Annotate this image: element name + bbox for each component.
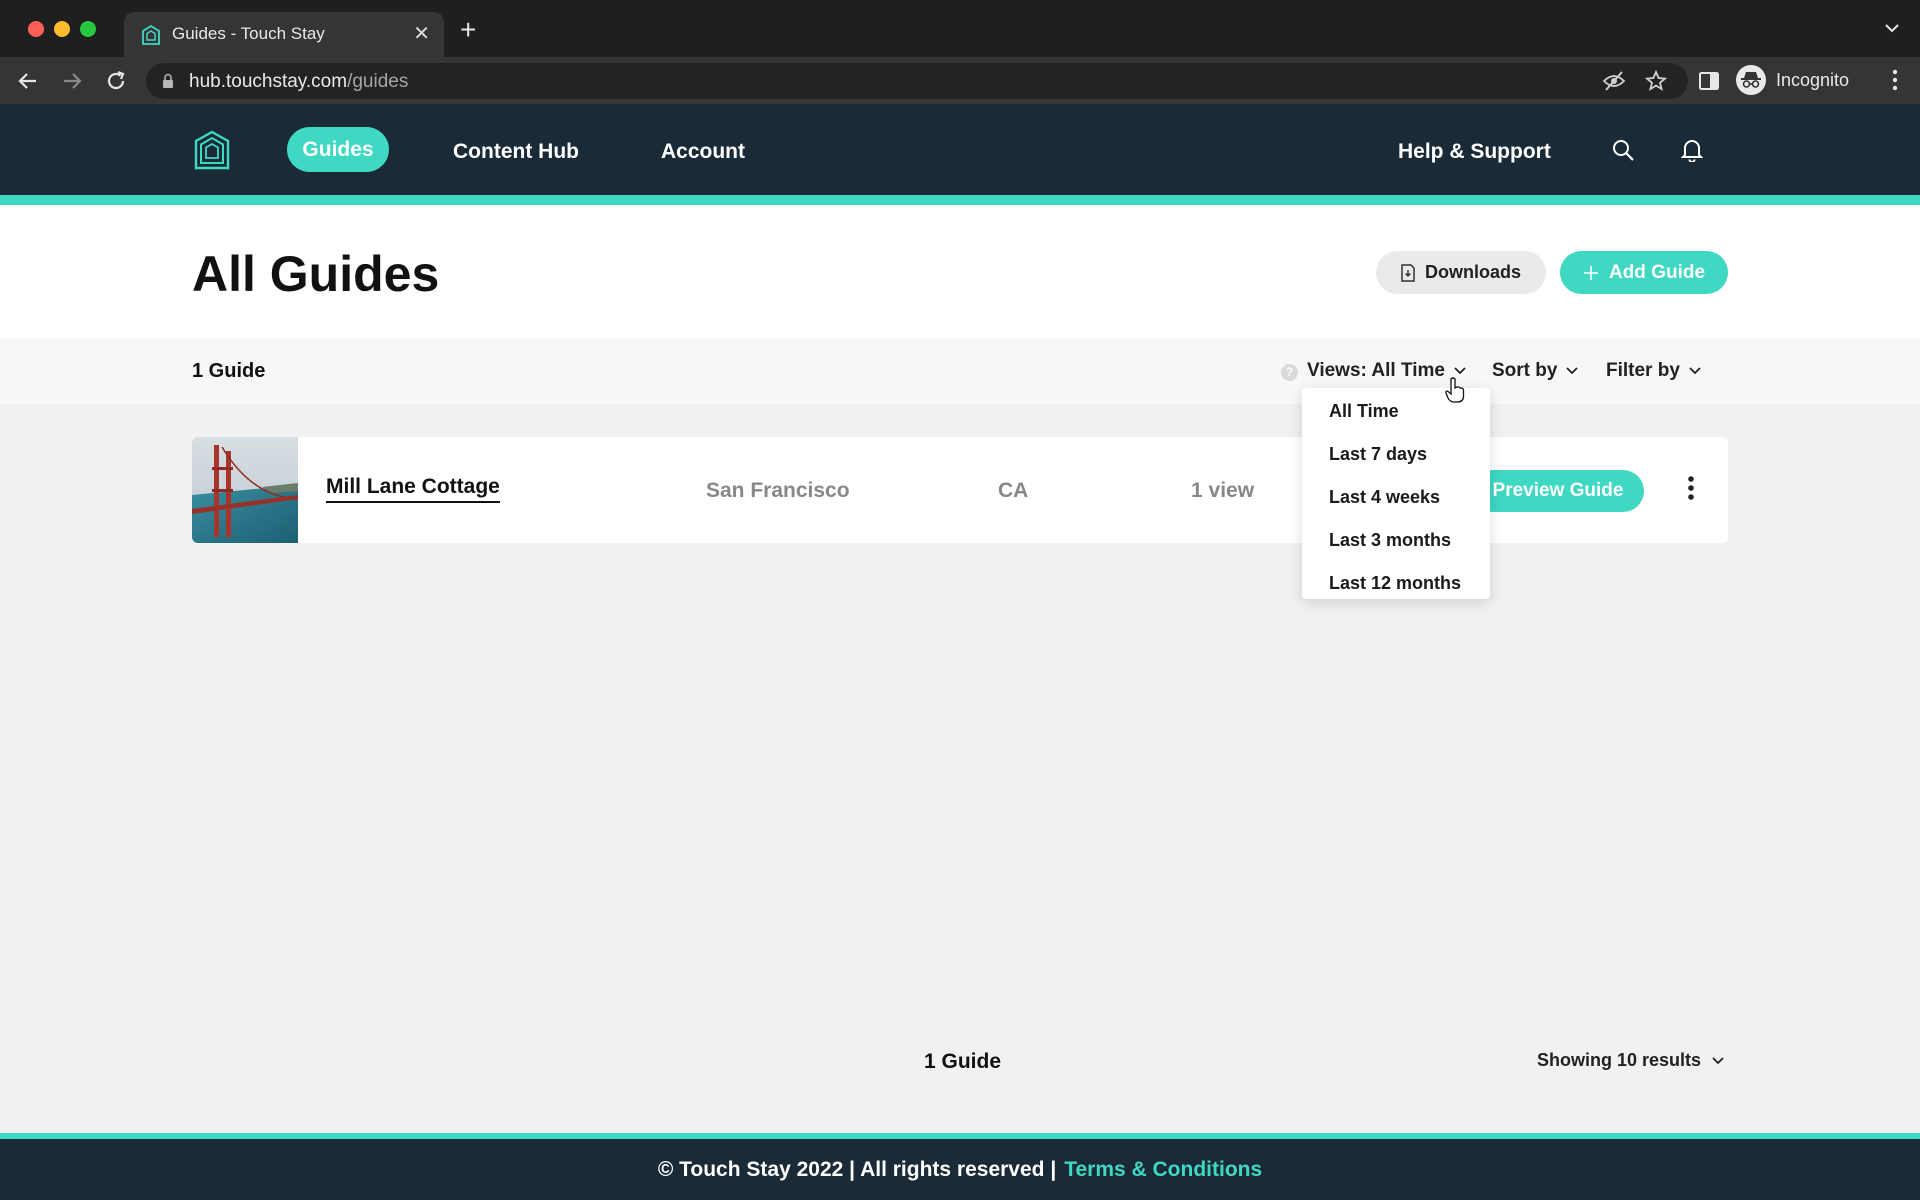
- views-dropdown-menu: All Time Last 7 days Last 4 weeks Last 3…: [1302, 388, 1490, 599]
- sort-by-label: Sort by: [1492, 360, 1558, 381]
- guide-row[interactable]: Mill Lane Cottage San Francisco CA 1 vie…: [192, 437, 1728, 543]
- chevron-down-icon: [1566, 367, 1579, 375]
- pagination-count: 1 Guide: [924, 1050, 1002, 1073]
- terms-link[interactable]: Terms & Conditions: [1064, 1158, 1262, 1182]
- bookmark-star-icon[interactable]: [1645, 70, 1667, 92]
- showing-label: Showing 10 results: [1537, 1050, 1702, 1070]
- browser-tab-bar: Guides - Touch Stay ✕ +: [0, 0, 1920, 57]
- browser-menu-icon[interactable]: [1892, 69, 1898, 91]
- downloads-button[interactable]: Downloads: [1376, 251, 1546, 294]
- guide-thumbnail: [192, 437, 298, 543]
- filter-bar: 1 Guide ? Views: All Time Sort by Filter…: [0, 338, 1920, 404]
- tab-title: Guides - Touch Stay: [172, 24, 325, 43]
- window-close-button[interactable]: [28, 21, 44, 37]
- tab-close-icon[interactable]: ✕: [413, 21, 430, 46]
- pointer-cursor-icon: [1445, 377, 1465, 403]
- footer: © Touch Stay 2022 | All rights reserved …: [0, 1139, 1920, 1200]
- reload-icon[interactable]: [104, 69, 128, 93]
- filter-by-dropdown[interactable]: Filter by: [1606, 360, 1702, 382]
- search-icon[interactable]: [1611, 138, 1635, 162]
- views-option-last-3-months[interactable]: Last 3 months: [1302, 525, 1490, 568]
- nav-help-support[interactable]: Help & Support: [1398, 140, 1551, 164]
- views-option-last-7-days[interactable]: Last 7 days: [1302, 439, 1490, 482]
- header-accent-bar: [0, 195, 1920, 205]
- views-label: Views: All Time: [1307, 360, 1445, 381]
- chevron-down-icon: [1712, 1056, 1724, 1064]
- chevron-down-icon: [1454, 367, 1466, 375]
- lock-icon: [163, 73, 173, 88]
- plus-icon: [1583, 265, 1598, 280]
- views-option-last-4-weeks[interactable]: Last 4 weeks: [1302, 482, 1490, 525]
- guide-views: 1 view: [1191, 479, 1255, 502]
- browser-toolbar: hub.touchstay.com/guides Incognito: [0, 57, 1920, 104]
- nav-guides[interactable]: Guides: [287, 127, 389, 172]
- guide-name-link[interactable]: Mill Lane Cottage: [326, 475, 500, 503]
- footer-copyright: © Touch Stay 2022 | All rights reserved …: [657, 1157, 1057, 1181]
- side-panel-icon[interactable]: [1697, 69, 1721, 93]
- chevron-down-icon: [1689, 367, 1701, 375]
- nav-account[interactable]: Account: [661, 140, 745, 164]
- add-guide-button[interactable]: Add Guide: [1560, 251, 1728, 294]
- nav-content-hub[interactable]: Content Hub: [453, 140, 579, 164]
- touchstay-logo-icon[interactable]: [194, 130, 230, 170]
- guide-state: CA: [998, 479, 1029, 502]
- incognito-profile[interactable]: Incognito: [1736, 62, 1849, 98]
- tab-search-chevron-icon[interactable]: [1884, 22, 1900, 34]
- window-zoom-button[interactable]: [80, 21, 96, 37]
- views-dropdown[interactable]: Views: All Time: [1307, 360, 1467, 382]
- browser-tab[interactable]: Guides - Touch Stay ✕: [124, 12, 444, 57]
- incognito-label: Incognito: [1776, 69, 1850, 90]
- window-minimize-button[interactable]: [54, 21, 70, 37]
- address-bar[interactable]: hub.touchstay.com/guides: [146, 63, 1688, 99]
- add-guide-label: Add Guide: [1608, 261, 1706, 283]
- page-header: All Guides Downloads Add Guide: [0, 205, 1920, 338]
- help-icon[interactable]: ?: [1281, 364, 1298, 381]
- touchstay-favicon-icon: [142, 25, 160, 45]
- sort-by-dropdown[interactable]: Sort by: [1492, 360, 1579, 382]
- preview-guide-button[interactable]: Preview Guide: [1472, 470, 1644, 512]
- url-text: hub.touchstay.com/guides: [189, 71, 409, 92]
- incognito-icon: [1736, 65, 1766, 95]
- eye-off-icon[interactable]: [1602, 70, 1626, 92]
- guide-count: 1 Guide: [192, 360, 266, 382]
- back-arrow-icon[interactable]: [16, 69, 40, 93]
- download-file-icon: [1401, 263, 1415, 282]
- new-tab-icon[interactable]: +: [460, 16, 476, 44]
- forward-arrow-icon[interactable]: [60, 69, 84, 93]
- notifications-bell-icon[interactable]: [1681, 138, 1703, 162]
- downloads-label: Downloads: [1424, 262, 1521, 282]
- filter-by-label: Filter by: [1606, 360, 1680, 381]
- more-options-icon[interactable]: [1687, 475, 1695, 501]
- page-title: All Guides: [192, 246, 440, 302]
- guide-city: San Francisco: [706, 479, 850, 502]
- views-option-last-12-months[interactable]: Last 12 months: [1302, 568, 1490, 611]
- app-header: Guides Content Hub Account Help & Suppor…: [0, 104, 1920, 195]
- results-per-page-dropdown[interactable]: Showing 10 results: [1537, 1050, 1725, 1071]
